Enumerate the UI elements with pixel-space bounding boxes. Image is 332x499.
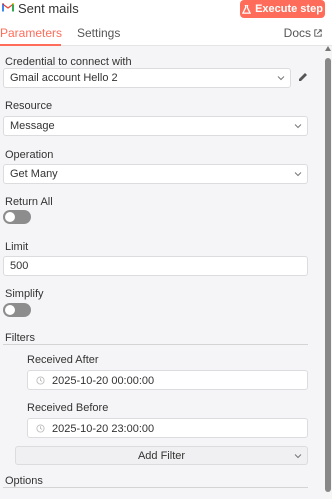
operation-select[interactable]: Get Many [3,164,308,184]
limit-label: Limit [5,241,29,253]
credential-select[interactable]: Gmail account Hello 2 [3,68,291,88]
received-before-input[interactable]: 2025-10-20 23:00:00 [27,418,308,438]
clock-icon [36,376,45,385]
received-after-input[interactable]: 2025-10-20 00:00:00 [27,370,308,390]
tab-settings[interactable]: Settings [77,26,120,40]
return-all-label: Return All [5,196,53,208]
options-divider [3,487,308,488]
operation-value: Get Many [10,168,58,180]
chevron-down-icon [294,124,302,129]
clock-icon [36,424,45,433]
credential-value: Gmail account Hello 2 [10,72,118,84]
panel-scrollbar[interactable] [324,46,332,499]
node-header: Sent mails Execute step [0,0,332,22]
chevron-down-icon [294,172,302,177]
tab-parameters[interactable]: Parameters [0,26,62,40]
resource-select[interactable]: Message [3,116,308,136]
limit-input[interactable]: 500 [3,256,308,276]
limit-value: 500 [10,260,29,272]
execute-step-label: Execute step [255,3,323,15]
simplify-toggle[interactable] [3,303,31,317]
received-after-label: Received After [27,354,99,366]
execute-step-button[interactable]: Execute step [240,0,325,18]
add-filter-label: Add Filter [137,449,186,462]
scroll-thumb[interactable] [325,58,331,492]
docs-label: Docs [283,26,311,40]
pencil-icon[interactable] [297,71,309,83]
parameters-panel: Credential to connect with Gmail account… [0,46,324,499]
options-label: Options [5,475,43,487]
chevron-down-icon [277,76,285,81]
flask-icon [242,4,252,14]
filters-divider [3,344,308,345]
docs-link[interactable]: Docs [284,26,322,40]
return-all-toggle[interactable] [3,210,31,224]
gmail-icon [2,3,14,12]
resource-value: Message [10,120,55,132]
operation-label: Operation [5,149,54,161]
scroll-up-arrow[interactable] [325,46,331,51]
simplify-label: Simplify [5,288,44,300]
resource-label: Resource [5,100,53,112]
received-before-label: Received Before [27,402,109,414]
node-tabs: Parameters Settings Docs [0,22,332,46]
external-link-icon [314,29,322,37]
received-after-value: 2025-10-20 00:00:00 [52,375,155,387]
credential-label: Credential to connect with [5,56,132,68]
filters-label: Filters [5,332,35,344]
chevron-down-icon [294,454,302,459]
node-title[interactable]: Sent mails [18,1,79,16]
received-before-value: 2025-10-20 23:00:00 [52,423,155,435]
add-filter-button[interactable]: Add Filter [15,446,308,465]
